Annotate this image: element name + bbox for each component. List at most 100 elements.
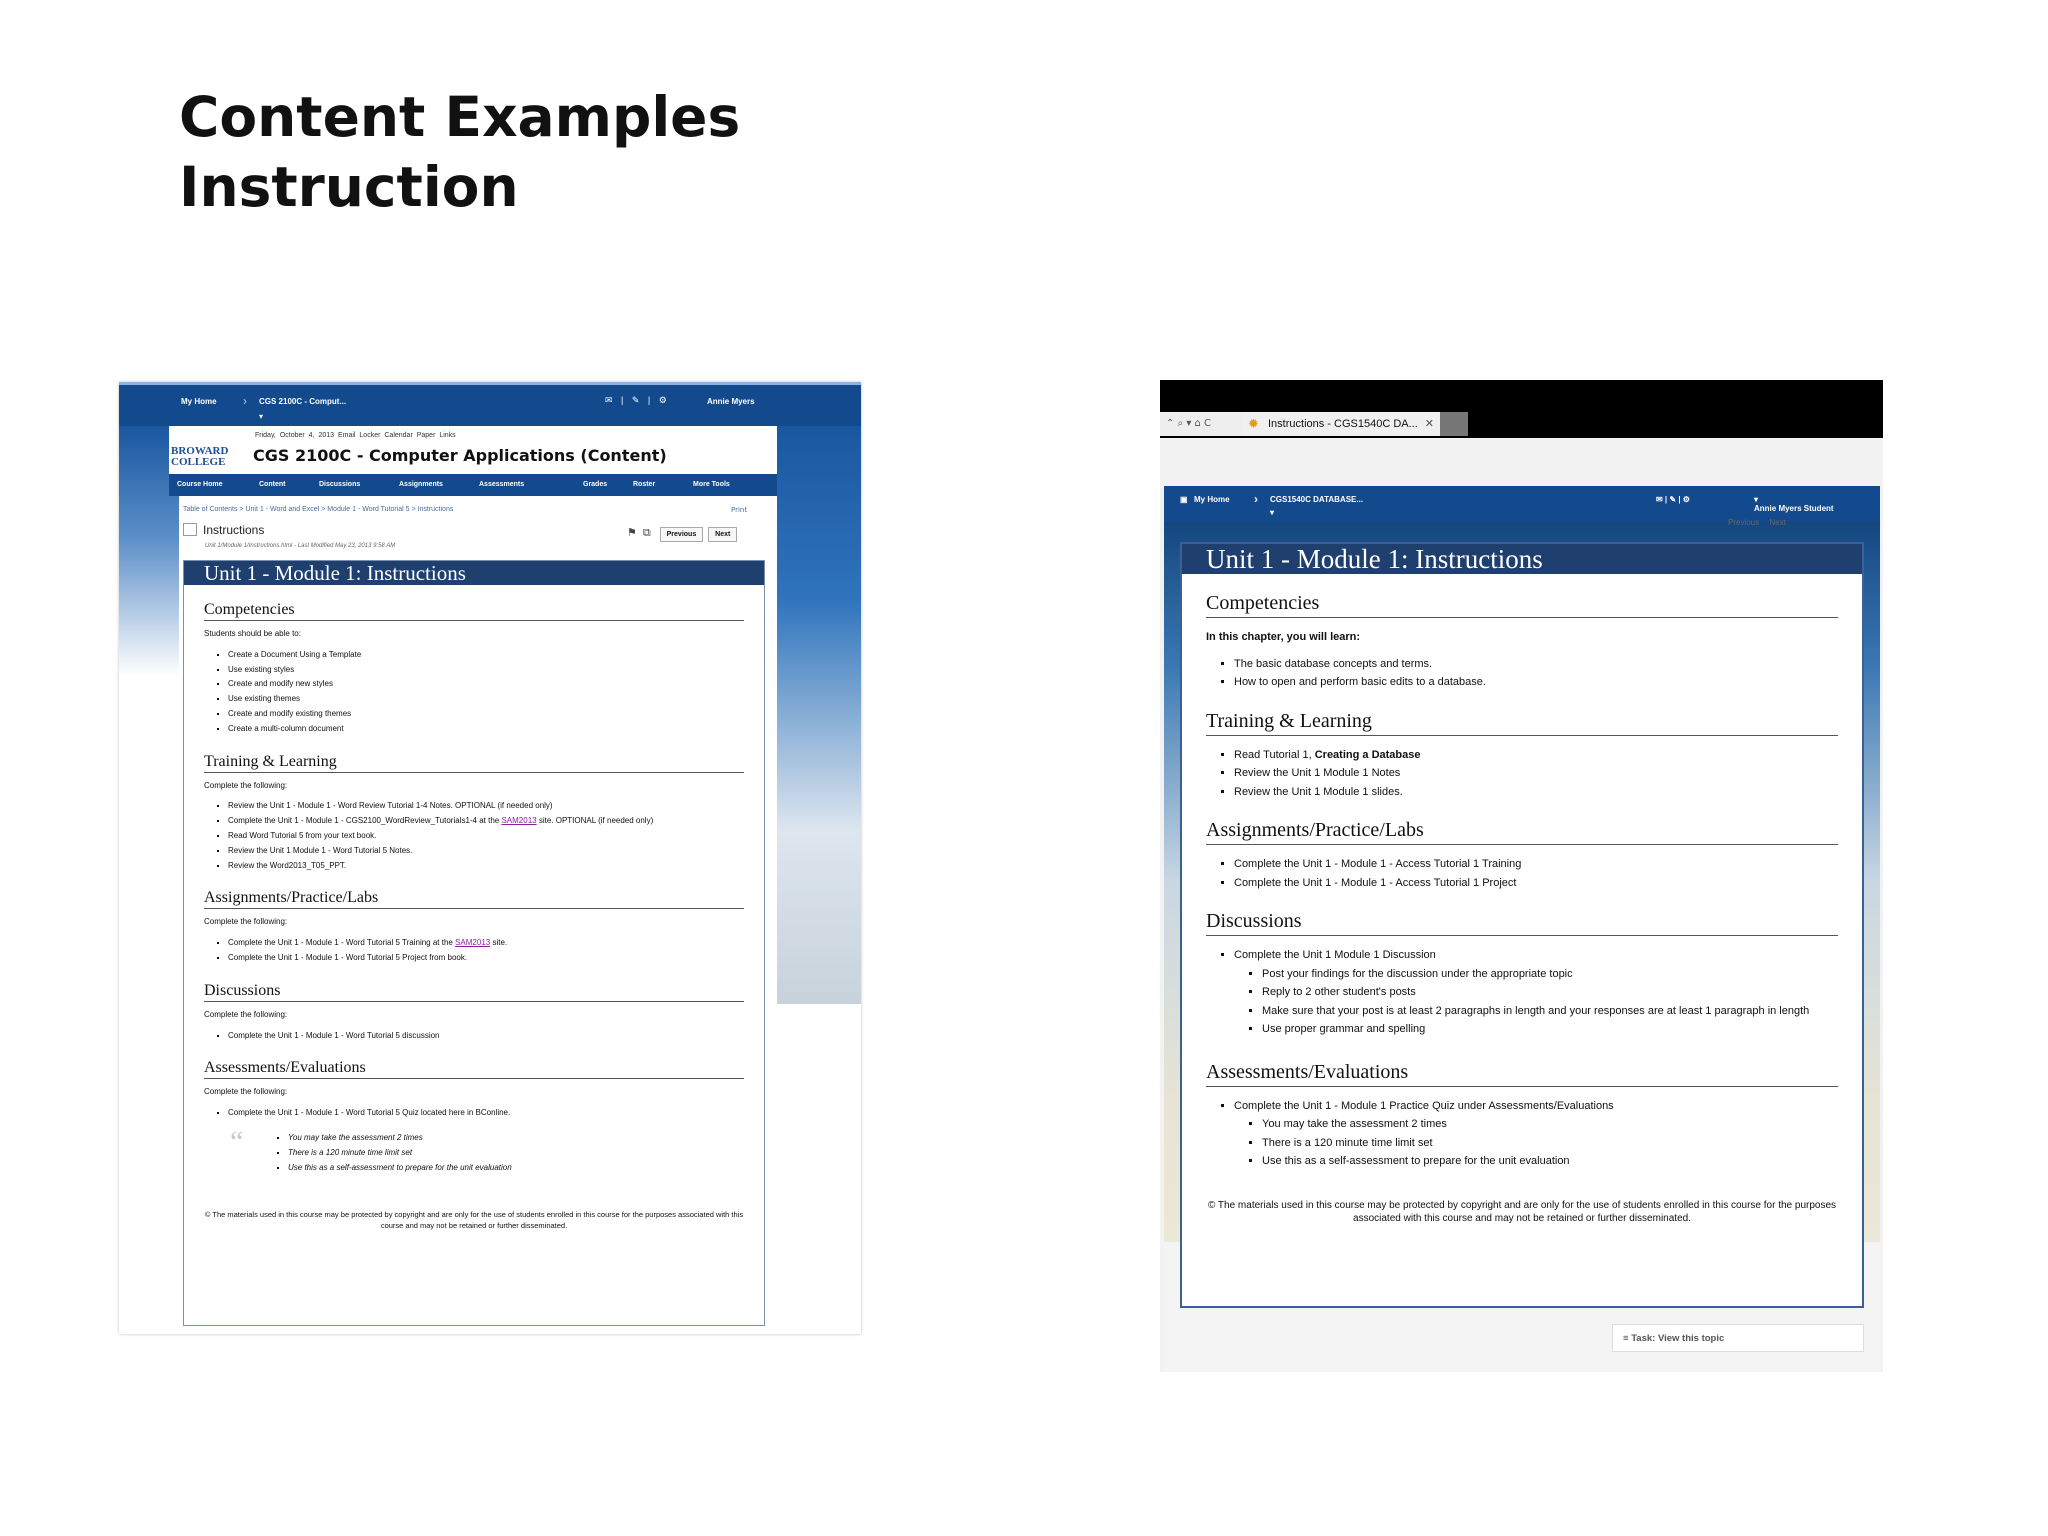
list-item: Use existing styles bbox=[228, 663, 744, 678]
nav-grades[interactable]: Grades bbox=[583, 481, 607, 488]
list-item: Use existing themes bbox=[228, 692, 744, 707]
section-heading: Assessments/Evaluations bbox=[1206, 1061, 1838, 1087]
nav-content[interactable]: Content bbox=[259, 481, 285, 488]
list-item: Complete the Unit 1 - Module 1 - CGS2100… bbox=[228, 814, 744, 829]
topic-controls: Previous Next bbox=[1720, 518, 1786, 527]
topic-controls: ⚑ ⧉ Previous Next bbox=[627, 526, 738, 542]
browser-tab[interactable]: ✹ Instructions - CGS1540C DA... ✕ bbox=[1242, 412, 1440, 436]
browser-toolbar-icons[interactable]: ⌃ ⌕ ▾ ⌂ C bbox=[1160, 412, 1242, 436]
quote-list: You may take the assessment 2 times Ther… bbox=[264, 1131, 744, 1175]
print-link[interactable]: Print bbox=[731, 506, 747, 514]
sam2013-link[interactable]: SAM2013 bbox=[501, 816, 536, 825]
section-heading: Discussions bbox=[204, 982, 744, 1002]
list-item: Read Word Tutorial 5 from your text book… bbox=[228, 829, 744, 844]
list-item: Complete the Unit 1 - Module 1 - Word Tu… bbox=[228, 936, 744, 951]
section-heading: Assignments/Practice/Labs bbox=[204, 889, 744, 910]
notification-icons[interactable]: ✉ | ✎ | ⚙ bbox=[1656, 495, 1690, 504]
lms-topbar: My Home › CGS 2100C - Comput... ▾ ✉ | ✎ … bbox=[119, 382, 861, 426]
course-title: CGS 2100C - Computer Applications (Conte… bbox=[253, 446, 667, 465]
copyright-notice: © The materials used in this course may … bbox=[1207, 1199, 1837, 1224]
previous-button[interactable]: Previous bbox=[659, 527, 704, 542]
topic-title-text: Instructions bbox=[203, 523, 265, 537]
document-icon bbox=[183, 523, 197, 536]
nav-assessments[interactable]: Assessments bbox=[479, 481, 524, 488]
list-item: Review the Word2013_T05_PPT. bbox=[228, 859, 744, 874]
list-item-text: site. bbox=[490, 938, 508, 948]
my-home-link[interactable]: My Home bbox=[181, 397, 217, 406]
topic-document: Unit 1 - Module 1: Instructions Competen… bbox=[183, 560, 765, 1326]
competencies-list: The basic database concepts and terms. H… bbox=[1206, 655, 1838, 692]
list-item: You may take the assessment 2 times bbox=[288, 1131, 744, 1146]
section-heading: Training & Learning bbox=[204, 753, 744, 773]
quote-mark-icon: “ bbox=[230, 1124, 244, 1158]
nav-assignments[interactable]: Assignments bbox=[399, 481, 443, 488]
user-menu[interactable]: Annie Myers bbox=[691, 397, 755, 406]
list-item-bold: Creating a Database bbox=[1314, 748, 1421, 761]
list-item: The basic database concepts and terms. bbox=[1234, 655, 1838, 674]
bookmark-icon[interactable]: ⚑ bbox=[627, 526, 637, 539]
new-window-icon[interactable]: ⧉ bbox=[643, 527, 651, 540]
list-item: Review the Unit 1 Module 1 Notes bbox=[1234, 764, 1838, 783]
section-intro: Complete the following: bbox=[204, 1009, 288, 1019]
nav-roster[interactable]: Roster bbox=[633, 481, 655, 488]
list-item-text: Read Tutorial 1, bbox=[1234, 748, 1315, 761]
new-tab-button[interactable] bbox=[1440, 412, 1468, 436]
discussions-list: Complete the Unit 1 Module 1 Discussion … bbox=[1206, 946, 1838, 1039]
assignments-list: Complete the Unit 1 - Module 1 - Word Tu… bbox=[204, 936, 744, 966]
list-item: Create a multi-column document bbox=[228, 722, 744, 737]
user-menu[interactable]: Annie Myers Student ▾ bbox=[1754, 495, 1834, 513]
file-path: Unit 1/Module 1/Instructions.html - Last… bbox=[205, 543, 396, 549]
breadcrumb[interactable]: Table of Contents > Unit 1 - Word and Ex… bbox=[183, 506, 453, 513]
assessments-list: Complete the Unit 1 - Module 1 - Word Tu… bbox=[204, 1106, 744, 1121]
copyright-notice: © The materials used in this course may … bbox=[204, 1210, 744, 1231]
topic-document: Unit 1 - Module 1: Instructions Competen… bbox=[1180, 542, 1864, 1308]
my-home-link[interactable]: My Home bbox=[1194, 495, 1230, 504]
background-gradient-right bbox=[777, 426, 861, 1004]
list-item: Use proper grammar and spelling bbox=[1262, 1020, 1838, 1039]
notification-icons[interactable]: ✉ | ✎ | ⚙ bbox=[605, 395, 670, 406]
list-item: Review the Unit 1 Module 1 - Word Tutori… bbox=[228, 844, 744, 859]
list-item-text: Complete the Unit 1 Module 1 Discussion bbox=[1234, 949, 1436, 961]
utility-links[interactable]: Friday, October 4, 2013 Email Locker Cal… bbox=[255, 432, 456, 439]
task-label: Task: View this topic bbox=[1631, 1333, 1725, 1344]
logo-line2: COLLEGE bbox=[171, 456, 226, 468]
list-item: Reply to 2 other student's posts bbox=[1262, 983, 1838, 1002]
close-icon[interactable]: ✕ bbox=[1425, 412, 1434, 436]
section-intro: Students should be able to: bbox=[204, 629, 301, 638]
list-item: There is a 120 minute time limit set bbox=[1262, 1134, 1838, 1153]
task-view-topic[interactable]: ≡ Task: View this topic bbox=[1612, 1324, 1864, 1352]
list-item-text: site. OPTIONAL (if needed only) bbox=[536, 816, 654, 826]
nav-more-tools[interactable]: More Tools bbox=[693, 481, 730, 488]
course-selector[interactable]: CGS1540C DATABASE... bbox=[1270, 495, 1363, 504]
list-item: Use this as a self-assessment to prepare… bbox=[288, 1161, 744, 1176]
list-item: Post your findings for the discussion un… bbox=[1262, 965, 1838, 984]
section-intro: Complete the following: bbox=[204, 917, 288, 927]
assessments-list: Complete the Unit 1 - Module 1 Practice … bbox=[1206, 1097, 1838, 1171]
section-intro: Complete the following: bbox=[204, 780, 288, 790]
training-list: Read Tutorial 1, Creating a Database Rev… bbox=[1206, 746, 1838, 802]
assessment-sublist: You may take the assessment 2 times Ther… bbox=[1234, 1115, 1838, 1171]
list-item: Complete the Unit 1 - Module 1 - Access … bbox=[1234, 855, 1838, 874]
list-item: Complete the Unit 1 - Module 1 - Access … bbox=[1234, 874, 1838, 893]
lms-topbar: ▣ My Home › CGS1540C DATABASE... ▾ ✉ | ✎… bbox=[1164, 486, 1880, 522]
discussions-list: Complete the Unit 1 - Module 1 - Word Tu… bbox=[204, 1029, 744, 1044]
list-item: Complete the Unit 1 - Module 1 - Word Tu… bbox=[228, 1106, 744, 1121]
chevron-down-icon[interactable]: ▾ bbox=[1270, 508, 1274, 517]
next-button[interactable]: Next bbox=[708, 527, 738, 542]
nav-course-home[interactable]: Course Home bbox=[177, 481, 223, 488]
nav-discussions[interactable]: Discussions bbox=[319, 481, 360, 488]
list-item: Complete the Unit 1 - Module 1 - Word Tu… bbox=[228, 951, 744, 966]
home-icon[interactable]: ▣ bbox=[1180, 495, 1188, 504]
list-item: Make sure that your post is at least 2 p… bbox=[1262, 1002, 1838, 1021]
section-intro: Complete the following: bbox=[204, 1087, 288, 1097]
screenshot-1: My Home › CGS 2100C - Comput... ▾ ✉ | ✎ … bbox=[119, 382, 861, 1334]
favicon-icon: ✹ bbox=[1248, 416, 1259, 431]
slide-title-line1: Content Examples bbox=[179, 85, 741, 149]
list-item: Complete the Unit 1 - Module 1 Practice … bbox=[1234, 1097, 1838, 1171]
previous-button[interactable]: Previous bbox=[1728, 518, 1759, 527]
list-item: Review the Unit 1 Module 1 slides. bbox=[1234, 783, 1838, 802]
chevron-down-icon[interactable]: ▾ bbox=[259, 412, 263, 421]
course-selector[interactable]: CGS 2100C - Comput... bbox=[259, 397, 346, 406]
sam2013-link[interactable]: SAM2013 bbox=[455, 938, 490, 947]
next-button[interactable]: Next bbox=[1769, 518, 1785, 527]
